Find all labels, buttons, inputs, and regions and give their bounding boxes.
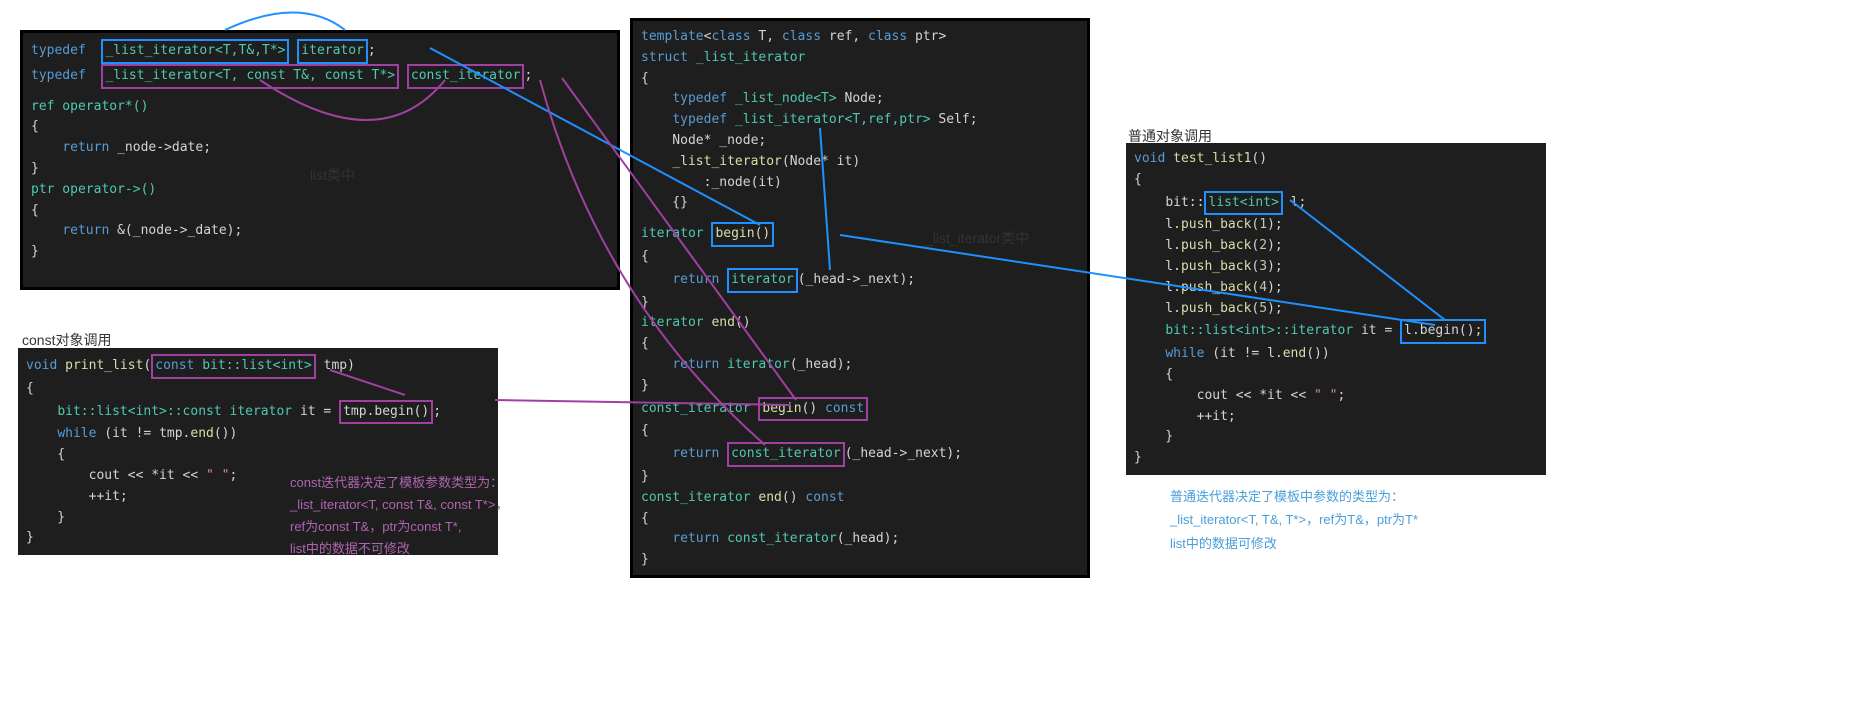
iterator-type-box: _list_iterator<T,T&,T*> xyxy=(101,39,289,64)
const-iterator-name-box: const_iterator xyxy=(407,64,525,89)
const-begin-box: begin() const xyxy=(758,397,868,422)
list-int-box: list<int> xyxy=(1204,191,1282,216)
panel-list-iterator: template<class T, class ref, class ptr> … xyxy=(630,18,1090,578)
note-normal: 普通迭代器决定了模板中参数的类型为： _list_iterator<T, T&,… xyxy=(1170,485,1418,555)
return-const-iterator-box: const_iterator xyxy=(727,442,845,467)
ref-body: _node->date; xyxy=(117,140,211,155)
tmp-begin-box: tmp.begin() xyxy=(339,400,433,425)
begin-box: begin() xyxy=(711,222,774,247)
panel-list-class: typedef _list_iterator<T,T&,T*> iterator… xyxy=(20,30,620,290)
title-const-call: const对象调用 xyxy=(22,330,111,350)
label-list-class: list类中 xyxy=(310,165,355,185)
typedef-kw: typedef xyxy=(31,43,86,58)
panel-normal-call: void test_list1() { bit::list<int> l; l.… xyxy=(1126,143,1546,475)
l-begin-box: l.begin(); xyxy=(1400,319,1486,344)
iterator-name-box: iterator xyxy=(297,39,368,64)
const-param-box: const bit::list<int> xyxy=(151,354,316,379)
const-iterator-type-box: _list_iterator<T, const T&, const T*> xyxy=(101,64,399,89)
ptr-op: ptr operator->() xyxy=(31,182,156,197)
label-list-iterator: _list_iterator类中 xyxy=(925,228,1029,248)
return-iterator-box: iterator xyxy=(727,268,798,293)
ref-op: ref operator*() xyxy=(31,99,148,114)
ptr-body: &(_node->_date); xyxy=(117,223,242,238)
note-const: const迭代器决定了模板参数类型为： _list_iterator<T, co… xyxy=(290,472,508,560)
typedef-kw: typedef xyxy=(31,68,86,83)
